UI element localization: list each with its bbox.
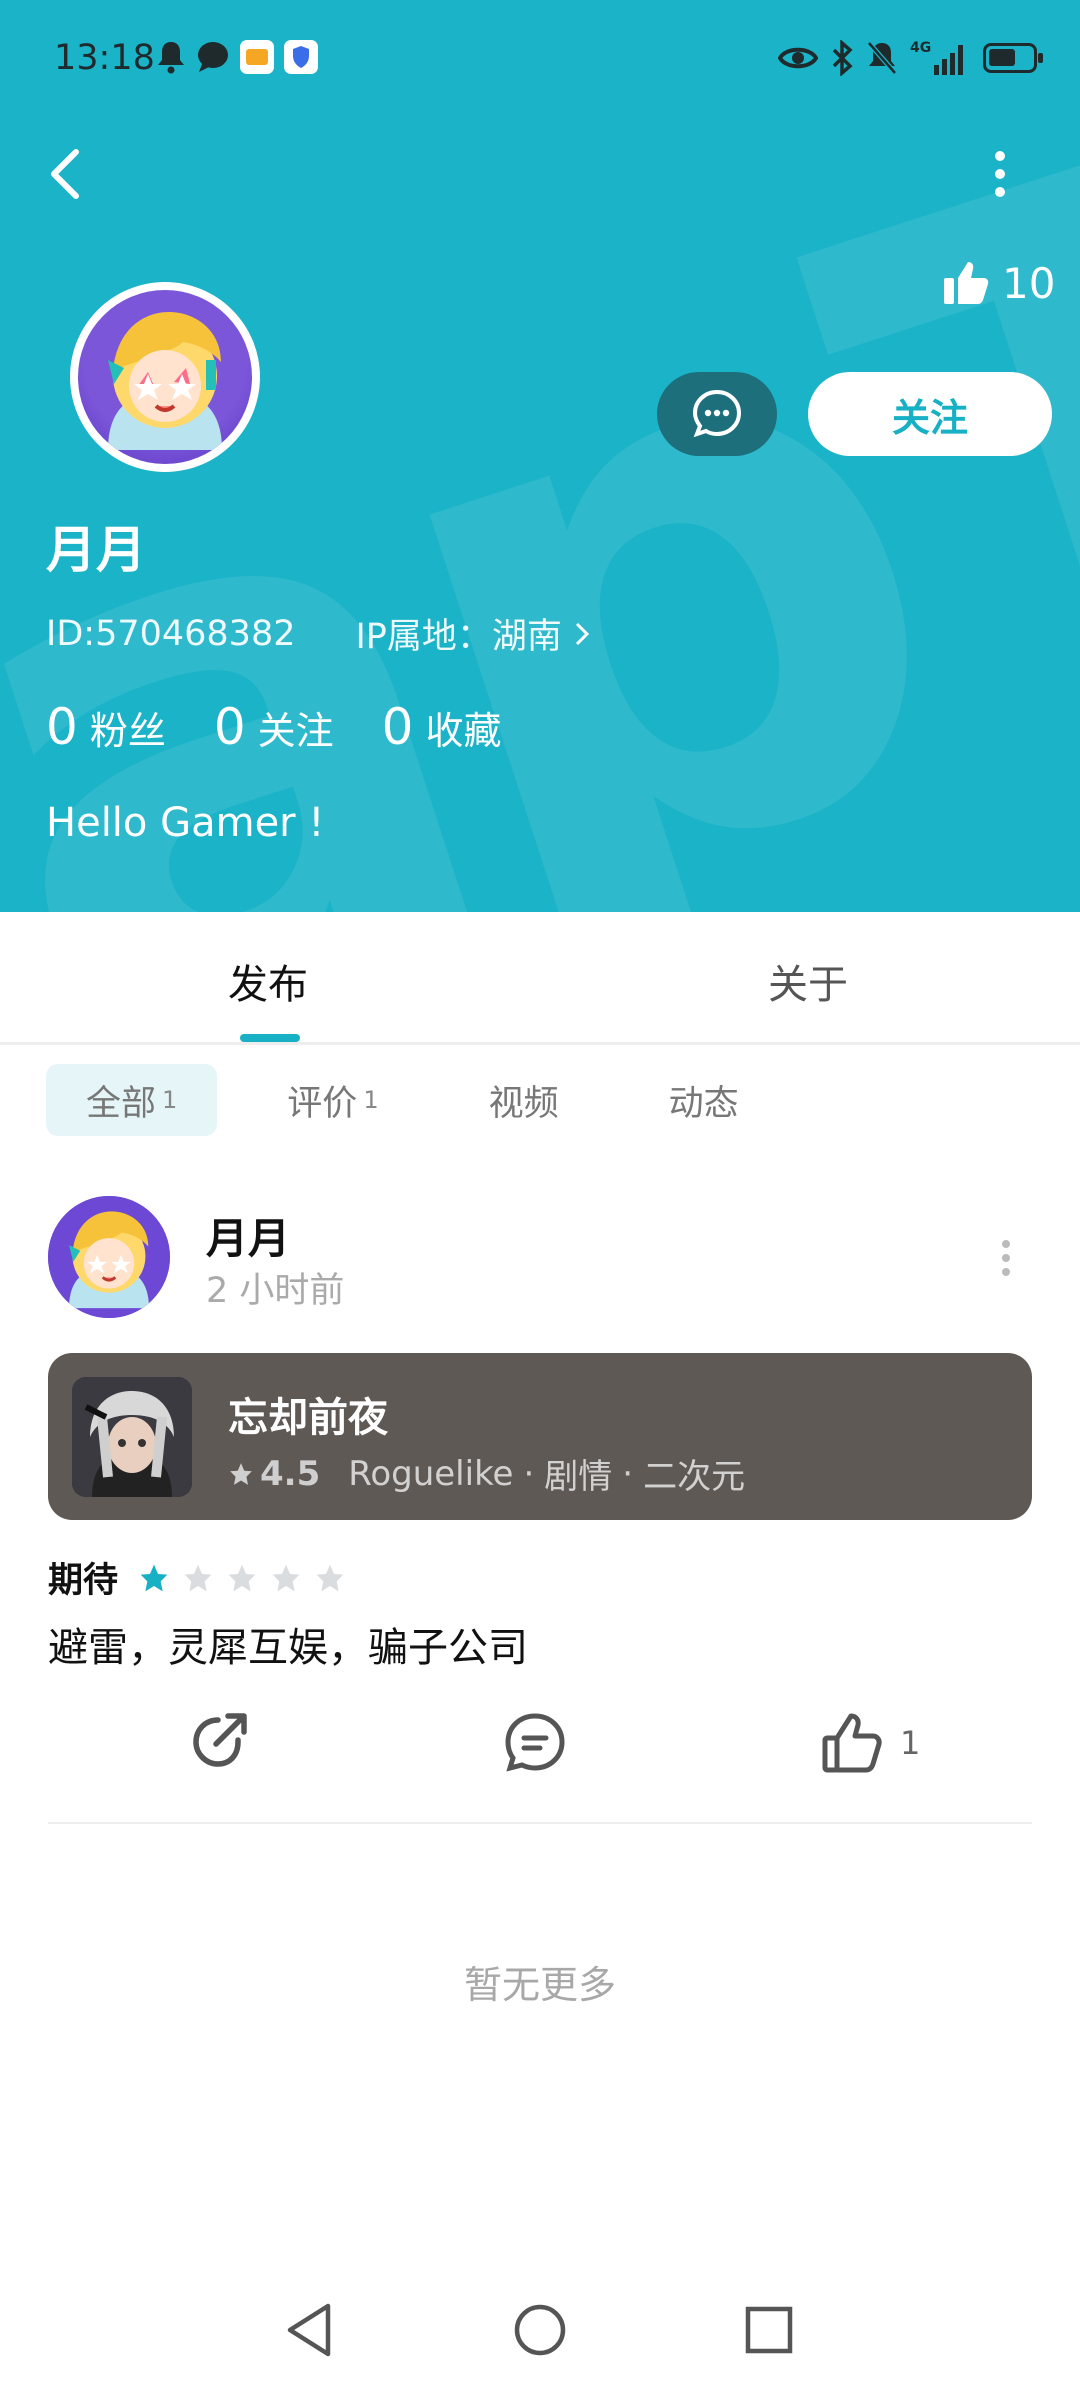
star-empty-icon bbox=[228, 1564, 256, 1591]
filter-videos[interactable]: 视频 bbox=[449, 1064, 599, 1136]
post-author-name[interactable]: 月月 bbox=[206, 1205, 290, 1266]
game-tag: 二次元 bbox=[643, 1457, 746, 1497]
comment-icon bbox=[505, 1713, 565, 1772]
ip-location[interactable]: IP属地：湖南 bbox=[355, 608, 590, 659]
filter-label: 动态 bbox=[668, 1083, 739, 1124]
filter-all[interactable]: 全部 1 bbox=[46, 1064, 218, 1136]
stat-label: 粉丝 bbox=[89, 709, 166, 753]
game-tag: Roguelike bbox=[348, 1453, 514, 1494]
profile-stats: 0 粉丝 0 关注 0 收藏 bbox=[46, 698, 501, 756]
battery-icon bbox=[983, 43, 1044, 73]
profile-tabs: 发布 关于 bbox=[0, 912, 1080, 1045]
filter-count: 1 bbox=[162, 1086, 178, 1114]
star-empty-icon bbox=[184, 1564, 212, 1591]
stat-label: 关注 bbox=[257, 709, 334, 753]
filter-count: 1 bbox=[363, 1086, 379, 1114]
post-time: 2 小时前 bbox=[206, 1271, 345, 1311]
tag-separator: · bbox=[523, 1453, 535, 1494]
filter-reviews[interactable]: 评价 1 bbox=[247, 1064, 418, 1136]
mute-bell-icon bbox=[867, 41, 897, 75]
signal-4g-icon: 4G bbox=[910, 40, 964, 75]
filter-moments[interactable]: 动态 bbox=[629, 1064, 779, 1136]
review-text: 避雷，灵犀互娱，骗子公司 bbox=[48, 1625, 528, 1671]
tab-indicator bbox=[240, 1034, 300, 1042]
stat-number: 0 bbox=[46, 698, 78, 756]
nav-recents-icon[interactable] bbox=[742, 2300, 796, 2360]
thumbs-up-icon bbox=[944, 262, 989, 304]
post-more-icon[interactable] bbox=[996, 1238, 1016, 1278]
tag-separator: · bbox=[622, 1453, 634, 1494]
follow-button[interactable]: 关注 bbox=[808, 372, 1052, 456]
shield-icon bbox=[284, 40, 318, 74]
filter-label: 视频 bbox=[488, 1083, 559, 1124]
game-rating-value: 4.5 bbox=[260, 1453, 321, 1494]
profile-id-row: ID:570468382 IP属地：湖南 bbox=[46, 608, 590, 659]
star-rating bbox=[138, 1562, 346, 1594]
comment-button[interactable] bbox=[502, 1710, 568, 1776]
app-badge-icon bbox=[240, 40, 274, 74]
user-id: ID:570468382 bbox=[46, 613, 296, 654]
like-count-value: 10 bbox=[1002, 258, 1056, 308]
game-cover-image bbox=[72, 1377, 192, 1497]
back-arrow-icon[interactable] bbox=[40, 142, 96, 206]
expectation-label: 期待 bbox=[48, 1561, 119, 1601]
stat-label: 收藏 bbox=[425, 709, 502, 753]
stat-number: 0 bbox=[381, 698, 414, 756]
tab-about[interactable]: 关于 bbox=[768, 952, 848, 1010]
game-title: 忘却前夜 bbox=[228, 1395, 388, 1441]
profile-bio: Hello Gamer ! bbox=[46, 800, 325, 846]
star-icon bbox=[230, 1462, 252, 1485]
profile-name: 月月 bbox=[46, 521, 146, 579]
more-vertical-icon[interactable] bbox=[980, 142, 1020, 206]
like-count: 1 bbox=[900, 1724, 921, 1762]
game-meta: 4.5 Roguelike · 剧情 · 二次元 bbox=[228, 1449, 745, 1498]
bluetooth-icon bbox=[832, 40, 853, 76]
network-label: 4G bbox=[910, 40, 932, 56]
stat-followers[interactable]: 0 粉丝 bbox=[46, 698, 166, 756]
like-button[interactable]: 1 bbox=[820, 1710, 920, 1776]
filter-label: 评价 bbox=[287, 1083, 358, 1124]
star-empty-icon bbox=[272, 1564, 300, 1591]
star-empty-icon bbox=[316, 1564, 344, 1591]
status-left-icons bbox=[156, 40, 318, 74]
star-filled-icon bbox=[140, 1564, 168, 1591]
post-divider bbox=[48, 1822, 1032, 1824]
avatar-character-icon bbox=[48, 1196, 170, 1318]
share-button[interactable] bbox=[188, 1710, 254, 1776]
game-rating: 4.5 bbox=[228, 1454, 320, 1494]
profile-like-count[interactable]: 10 bbox=[942, 258, 1055, 308]
nav-home-icon[interactable] bbox=[512, 2300, 568, 2360]
status-right-icons: 4G bbox=[778, 40, 1044, 76]
profile-header: apTa 13:18 4G 10 关注 月月 ID:570468382 IP属地… bbox=[0, 0, 1080, 912]
system-nav-bar bbox=[0, 2280, 1080, 2388]
eye-icon bbox=[778, 47, 818, 69]
chat-dots-icon bbox=[692, 389, 742, 438]
stat-number: 0 bbox=[213, 698, 246, 756]
stat-following[interactable]: 0 关注 bbox=[214, 698, 334, 756]
filter-chips: 全部 1 评价 1 视频 动态 bbox=[46, 1064, 809, 1136]
thumbs-up-outline-icon bbox=[822, 1713, 882, 1773]
post-author-avatar[interactable] bbox=[48, 1196, 170, 1318]
avatar-character-icon bbox=[108, 312, 222, 450]
filter-label: 全部 bbox=[86, 1083, 157, 1124]
tab-publish[interactable]: 发布 bbox=[228, 952, 308, 1010]
chevron-right-icon bbox=[575, 622, 590, 645]
nav-back-icon[interactable] bbox=[282, 2300, 336, 2360]
post-actions: 1 bbox=[48, 1710, 1032, 1794]
share-icon bbox=[193, 1713, 247, 1767]
ip-location-label: IP属地：湖南 bbox=[355, 617, 562, 657]
message-button[interactable] bbox=[657, 372, 777, 456]
profile-avatar[interactable] bbox=[70, 282, 260, 472]
chat-bubble-icon bbox=[198, 42, 228, 72]
status-time: 13:18 bbox=[54, 38, 155, 78]
bell-icon bbox=[158, 42, 184, 74]
game-tag: 剧情 bbox=[544, 1457, 613, 1497]
stat-favorites[interactable]: 0 收藏 bbox=[382, 698, 502, 756]
expectation-rating: 期待 bbox=[48, 1552, 346, 1603]
no-more-text: 暂无更多 bbox=[463, 1963, 616, 2007]
game-card[interactable]: 忘却前夜 4.5 Roguelike · 剧情 · 二次元 bbox=[48, 1353, 1032, 1520]
